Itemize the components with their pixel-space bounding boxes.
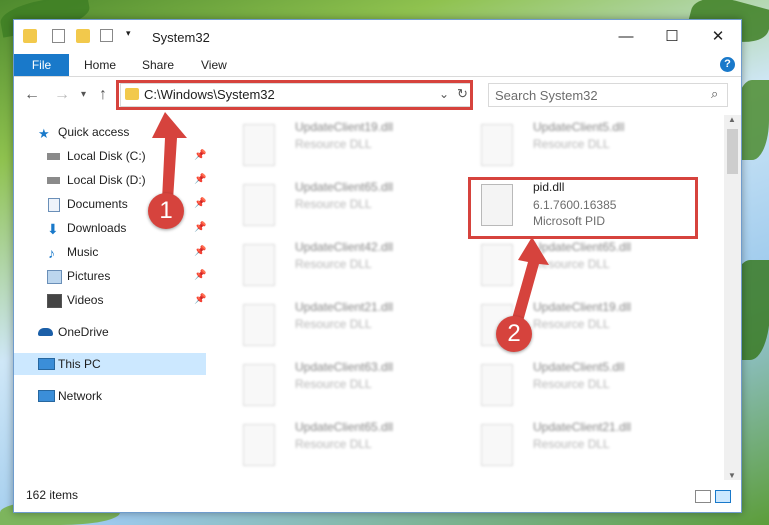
step-1-badge: 1	[148, 193, 184, 229]
arrow-2	[511, 237, 549, 325]
annotation-arrows	[152, 112, 549, 325]
step-2-badge: 2	[496, 316, 532, 352]
arrow-1	[152, 112, 187, 200]
